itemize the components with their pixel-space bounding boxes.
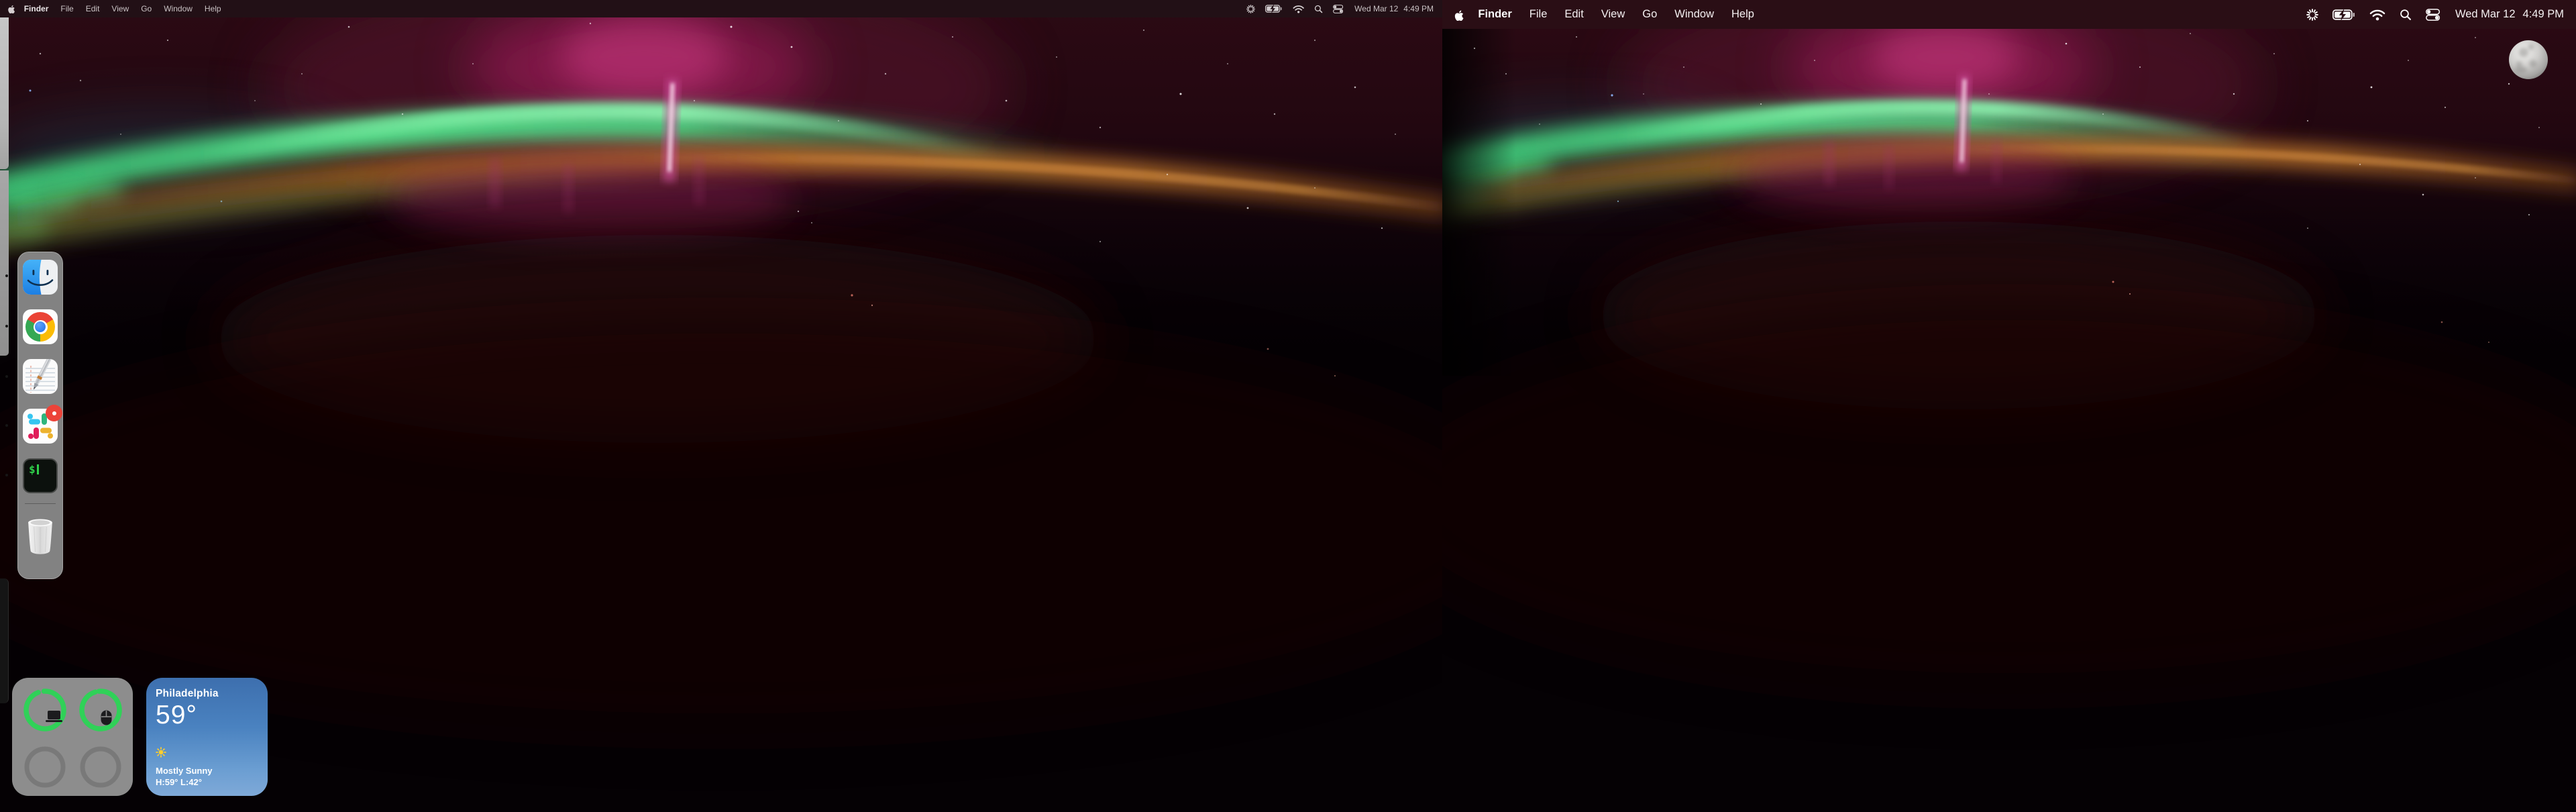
weather-widget[interactable]: Philadelphia 59° Mostly Sunny H:59° L:42… [146, 678, 268, 796]
weather-condition: Mostly Sunny [156, 766, 258, 776]
menu-edit[interactable]: Edit [1556, 8, 1592, 21]
menu-edit[interactable]: Edit [80, 4, 106, 13]
apple-menu-icon[interactable] [1453, 9, 1464, 21]
battery-ring-mouse [77, 687, 124, 733]
terminal-cursor [37, 464, 39, 474]
running-indicator-finder [5, 274, 8, 277]
background-window-edge[interactable] [0, 17, 9, 169]
dock-icon-notes[interactable] [23, 359, 58, 394]
menu-clock[interactable]: Wed Mar 12 4:49 PM [2455, 8, 2564, 21]
dock-icon-trash[interactable] [23, 517, 58, 556]
battery-widget[interactable] [12, 678, 133, 796]
menu-app-name[interactable]: Finder [18, 4, 55, 13]
menu-clock[interactable]: Wed Mar 12 4:49 PM [1354, 4, 1434, 13]
menu-time: 4:49 PM [2523, 8, 2564, 21]
menu-view[interactable]: View [105, 4, 135, 13]
dock-icon-finder[interactable] [23, 260, 58, 295]
menu-file[interactable]: File [1521, 8, 1556, 21]
apple-menu-icon[interactable] [7, 4, 15, 13]
spotlight-search-icon[interactable] [1314, 5, 1323, 13]
menu-date: Wed Mar 12 [1354, 4, 1398, 13]
running-indicator-terminal [5, 474, 8, 476]
dock: $ [17, 252, 63, 579]
wifi-icon[interactable] [1293, 5, 1304, 13]
control-center-icon[interactable] [1333, 5, 1343, 13]
sunburst-menu-icon[interactable] [2306, 9, 2318, 21]
running-indicator-slack [5, 424, 8, 427]
moon [2509, 40, 2548, 79]
display-right: Finder File Edit View Go Window Help Wed… [1442, 0, 2576, 812]
battery-charging-icon[interactable] [1265, 5, 1283, 13]
wallpaper-aurora-right [1442, 0, 2576, 812]
menu-bar-right: Finder File Edit View Go Window Help Wed… [1442, 0, 2576, 29]
control-center-icon[interactable] [2426, 9, 2440, 21]
wifi-icon[interactable] [2369, 9, 2385, 21]
battery-ring-empty-2 [77, 744, 124, 791]
running-indicator-notes [5, 375, 8, 378]
background-window-edge-lower[interactable] [0, 170, 9, 356]
menu-date: Wed Mar 12 [2455, 8, 2516, 21]
running-indicator-chrome [5, 325, 8, 327]
display-left: Finder File Edit View Go Window Help Wed… [0, 0, 1442, 812]
spotlight-search-icon[interactable] [2400, 9, 2412, 21]
menu-file[interactable]: File [54, 4, 79, 13]
menu-help[interactable]: Help [1723, 8, 1763, 21]
terminal-prompt: $ [29, 463, 36, 476]
battery-ring-empty-1 [21, 744, 68, 791]
dock-separator [25, 503, 56, 504]
dock-icon-chrome[interactable] [23, 309, 58, 344]
battery-ring-laptop [21, 687, 68, 733]
menu-window[interactable]: Window [1666, 8, 1723, 21]
background-dark-window-edge[interactable] [0, 578, 9, 703]
menu-help[interactable]: Help [199, 4, 227, 13]
slack-notification-badge [46, 405, 62, 421]
menu-app-name[interactable]: Finder [1469, 8, 1520, 21]
weather-temperature: 59° [156, 702, 258, 729]
sun-icon [156, 747, 258, 761]
menu-go[interactable]: Go [1633, 8, 1666, 21]
menu-go[interactable]: Go [135, 4, 158, 13]
menu-view[interactable]: View [1593, 8, 1633, 21]
dock-icon-slack[interactable] [23, 409, 58, 444]
weather-high-low: H:59° L:42° [156, 777, 258, 787]
battery-charging-icon[interactable] [2332, 9, 2355, 20]
menu-bar-left: Finder File Edit View Go Window Help Wed… [0, 0, 1442, 17]
weather-city: Philadelphia [156, 688, 258, 700]
dock-icon-terminal[interactable]: $ [23, 458, 58, 493]
sunburst-menu-icon[interactable] [1246, 5, 1255, 13]
menu-time: 4:49 PM [1403, 4, 1434, 13]
menu-window[interactable]: Window [158, 4, 199, 13]
